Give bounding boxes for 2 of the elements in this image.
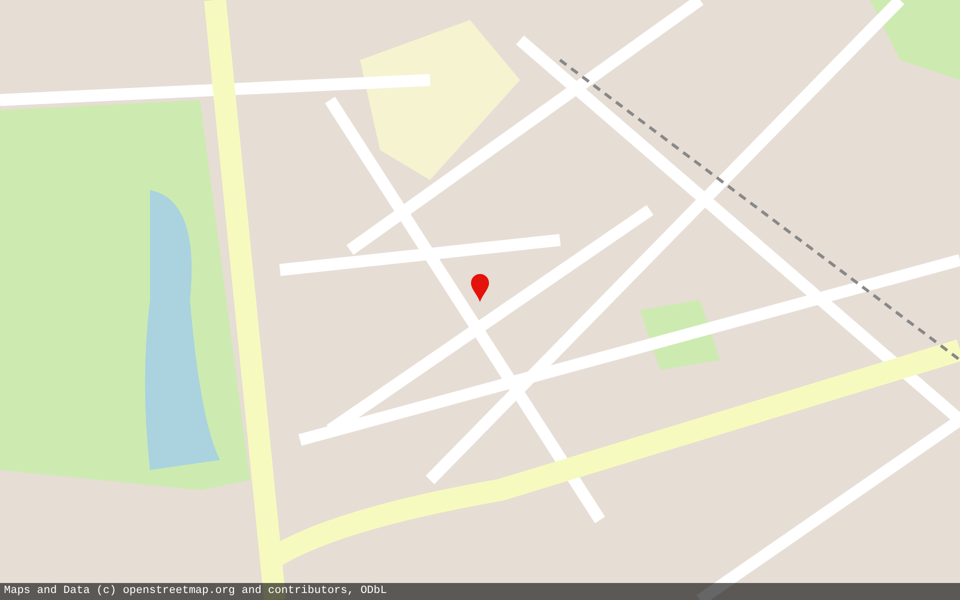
map-marker-icon[interactable]: [471, 274, 489, 302]
map-attribution: Maps and Data (c) openstreetmap.org and contributors, ODbL: [4, 584, 387, 600]
